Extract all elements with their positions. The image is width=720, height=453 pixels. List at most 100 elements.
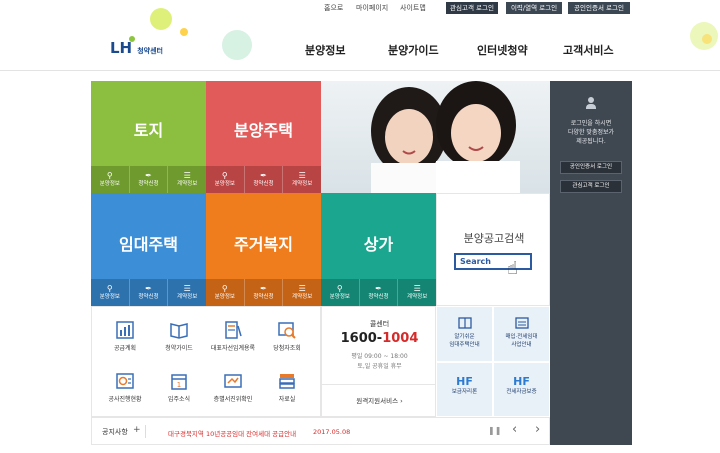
list-icon: ☰ xyxy=(413,284,421,293)
login-sidebar: 로그인을 하시면 다양한 맞춤정보가 제공됩니다. 공인인증서 로그인 관심고객… xyxy=(550,81,632,445)
clipboard-icon xyxy=(514,317,529,329)
search-icon: ⚲ xyxy=(336,284,343,293)
notice-date: 2017.05.08 xyxy=(313,428,351,436)
quick-rental-guide[interactable]: 알기쉬운 임대주택안내 xyxy=(436,306,493,362)
nav-sale-guide[interactable]: 분양가이드 xyxy=(388,42,439,58)
chevron-right-icon[interactable]: › xyxy=(535,422,540,437)
sidebar-certificate-login-button[interactable]: 공인인증서 로그인 xyxy=(560,161,622,174)
logo-mark: LH xyxy=(110,39,133,57)
notice-headline[interactable]: 대구경북지역 10년공공임대 잔여세대 공급안내 xyxy=(168,428,296,438)
tile-rental-title: 임대주택 xyxy=(119,235,178,254)
announcement-search-panel: 분양공고검색 Search ☝ xyxy=(436,193,550,306)
call-center-number: 1600-1004 xyxy=(340,331,419,346)
history-login-button[interactable]: 이력/열역 로그인 xyxy=(506,2,562,14)
tile-rental-housing[interactable]: 임대주택 ⚲ 분양정보 ✒ 청약신청 ☰ 계약정보 xyxy=(91,193,206,306)
search-icon: ⚲ xyxy=(221,284,228,293)
tile-store-subnav: ⚲ 분양정보 ✒ 청약신청 ☰ 계약정보 xyxy=(321,279,436,306)
rental-apply[interactable]: ✒ 청약신청 xyxy=(128,279,168,306)
hf-logo: HF xyxy=(513,375,530,388)
service-supply-plan[interactable]: 공급계획 xyxy=(97,320,153,352)
service-move-in-news[interactable]: 1 입주소식 xyxy=(151,371,207,403)
tile-rental-subnav: ⚲ 분양정보 ✒ 청약신청 ☰ 계약정보 xyxy=(91,279,206,306)
decor-bubble xyxy=(222,30,252,60)
announcement-search-title: 분양공고검색 xyxy=(463,232,525,245)
pen-icon: ✒ xyxy=(260,171,267,180)
chevron-right-icon: › xyxy=(400,397,403,405)
notice-bar: 공지사항 + 대구경북지역 10년공공임대 잔여세대 공급안내 2017.05.… xyxy=(91,417,550,445)
tile-housing-welfare[interactable]: 주거복지 ⚲ 분양정보 ✒ 청약신청 ☰ 계약정보 xyxy=(206,193,321,306)
chevron-left-icon[interactable]: ‹ xyxy=(512,422,517,437)
welfare-apply[interactable]: ✒ 청약신청 xyxy=(243,279,283,306)
stamp-icon xyxy=(224,374,242,388)
nav-internet-subscription[interactable]: 인터넷청약 xyxy=(477,42,528,58)
service-archive[interactable]: 자료실 xyxy=(259,371,315,403)
list-icon: ☰ xyxy=(298,171,306,180)
sale-contract[interactable]: ☰ 계약정보 xyxy=(282,166,321,193)
home-link[interactable]: 홈으로 xyxy=(324,3,343,13)
mypage-link[interactable]: 마이페이지 xyxy=(356,3,388,13)
decor-bubble xyxy=(702,34,712,44)
land-apply[interactable]: ✒ 청약신청 xyxy=(128,166,168,193)
welfare-contract[interactable]: ☰ 계약정보 xyxy=(282,279,321,306)
tile-sale-title: 분양주택 xyxy=(234,121,293,140)
book-open-icon xyxy=(457,317,472,329)
photo-banner[interactable] xyxy=(321,81,550,193)
tile-sale-housing[interactable]: 분양주택 ⚲ 분양정보 ✒ 청약신청 ☰ 계약정보 xyxy=(206,81,321,193)
sitemap-link[interactable]: 사이트맵 xyxy=(400,3,426,13)
call-center-panel: 콜센터 1600-1004 평일 09:00 ~ 18:00 토,일 공휴일 휴… xyxy=(321,306,437,417)
store-apply[interactable]: ✒ 청약신청 xyxy=(358,279,398,306)
logo-dot xyxy=(129,36,135,42)
service-guide[interactable]: 청약가이드 xyxy=(151,320,207,352)
tile-commercial[interactable]: 상가 ⚲ 분양정보 ✒ 청약신청 ☰ 계약정보 xyxy=(321,193,436,306)
pen-icon: ✒ xyxy=(260,284,267,293)
page: { "utility_links": ["홈으로", "마이페이지", "사이트… xyxy=(0,0,720,453)
pointer-hand-icon: ☝ xyxy=(507,258,518,279)
welfare-sale-info[interactable]: ⚲ 분양정보 xyxy=(206,279,244,306)
nav-sale-info[interactable]: 분양정보 xyxy=(305,42,345,58)
service-construction-status[interactable]: 공사진행현황 xyxy=(97,371,153,403)
tile-land[interactable]: 토지 ⚲ 분양정보 ✒ 청약신청 ☰ 계약정보 xyxy=(91,81,206,193)
notice-more-button[interactable]: + xyxy=(133,425,141,435)
land-sale-info[interactable]: ⚲ 분양정보 xyxy=(91,166,129,193)
interest-login-button[interactable]: 관심고객 로그인 xyxy=(446,2,498,14)
list-icon: ☰ xyxy=(183,171,191,180)
tile-sale-subnav: ⚲ 분양정보 ✒ 청약신청 ☰ 계약정보 xyxy=(206,166,321,193)
tile-welfare-title: 주거복지 xyxy=(234,235,293,254)
store-sale-info[interactable]: ⚲ 분양정보 xyxy=(321,279,359,306)
header-divider xyxy=(0,70,720,71)
sale-sale-info[interactable]: ⚲ 분양정보 xyxy=(206,166,244,193)
document-pen-icon xyxy=(225,321,242,339)
nav-customer-service[interactable]: 고객서비스 xyxy=(563,42,614,58)
tile-store-title: 상가 xyxy=(363,235,394,254)
call-center-divider xyxy=(322,384,437,385)
service-floor-check[interactable]: 층별서진위확인 xyxy=(205,371,261,403)
list-icon: ☰ xyxy=(183,284,191,293)
pause-icon[interactable]: ❚❚ xyxy=(488,426,501,435)
logo[interactable]: LH 청약센터 xyxy=(110,38,163,57)
rental-sale-info[interactable]: ⚲ 분양정보 xyxy=(91,279,129,306)
search-button[interactable]: Search xyxy=(454,253,532,270)
quick-bogeumjari-loan[interactable]: HF 보금자리론 xyxy=(436,362,493,417)
tile-land-title: 토지 xyxy=(133,121,164,140)
sidebar-interest-login-button[interactable]: 관심고객 로그인 xyxy=(560,180,622,193)
search-icon: ⚲ xyxy=(221,171,228,180)
service-representative[interactable]: 대표자선임계용록 xyxy=(205,320,261,352)
svg-text:1: 1 xyxy=(177,381,181,389)
service-winner-check[interactable]: 당첨자조회 xyxy=(259,320,315,352)
quick-purchase-lease[interactable]: 매입·전세임대 사업안내 xyxy=(493,306,550,362)
notice-label: 공지사항 xyxy=(102,428,128,436)
land-contract[interactable]: ☰ 계약정보 xyxy=(167,166,206,193)
sale-apply[interactable]: ✒ 청약신청 xyxy=(243,166,283,193)
user-icon xyxy=(586,97,596,109)
remote-support-link[interactable]: 원격지원서비스 › xyxy=(322,395,437,405)
call-center-label: 콜센터 xyxy=(369,320,390,328)
chart-icon xyxy=(116,321,134,339)
certificate-login-button[interactable]: 공인인증서 로그인 xyxy=(568,2,630,14)
quick-jeonse-guarantee[interactable]: HF 전세자금보증 xyxy=(493,362,550,417)
pen-icon: ✒ xyxy=(145,284,152,293)
hf-logo: HF xyxy=(456,375,473,388)
tile-welfare-subnav: ⚲ 분양정보 ✒ 청약신청 ☰ 계약정보 xyxy=(206,279,321,306)
store-contract[interactable]: ☰ 계약정보 xyxy=(397,279,436,306)
rental-contract[interactable]: ☰ 계약정보 xyxy=(167,279,206,306)
progress-icon xyxy=(116,373,134,389)
